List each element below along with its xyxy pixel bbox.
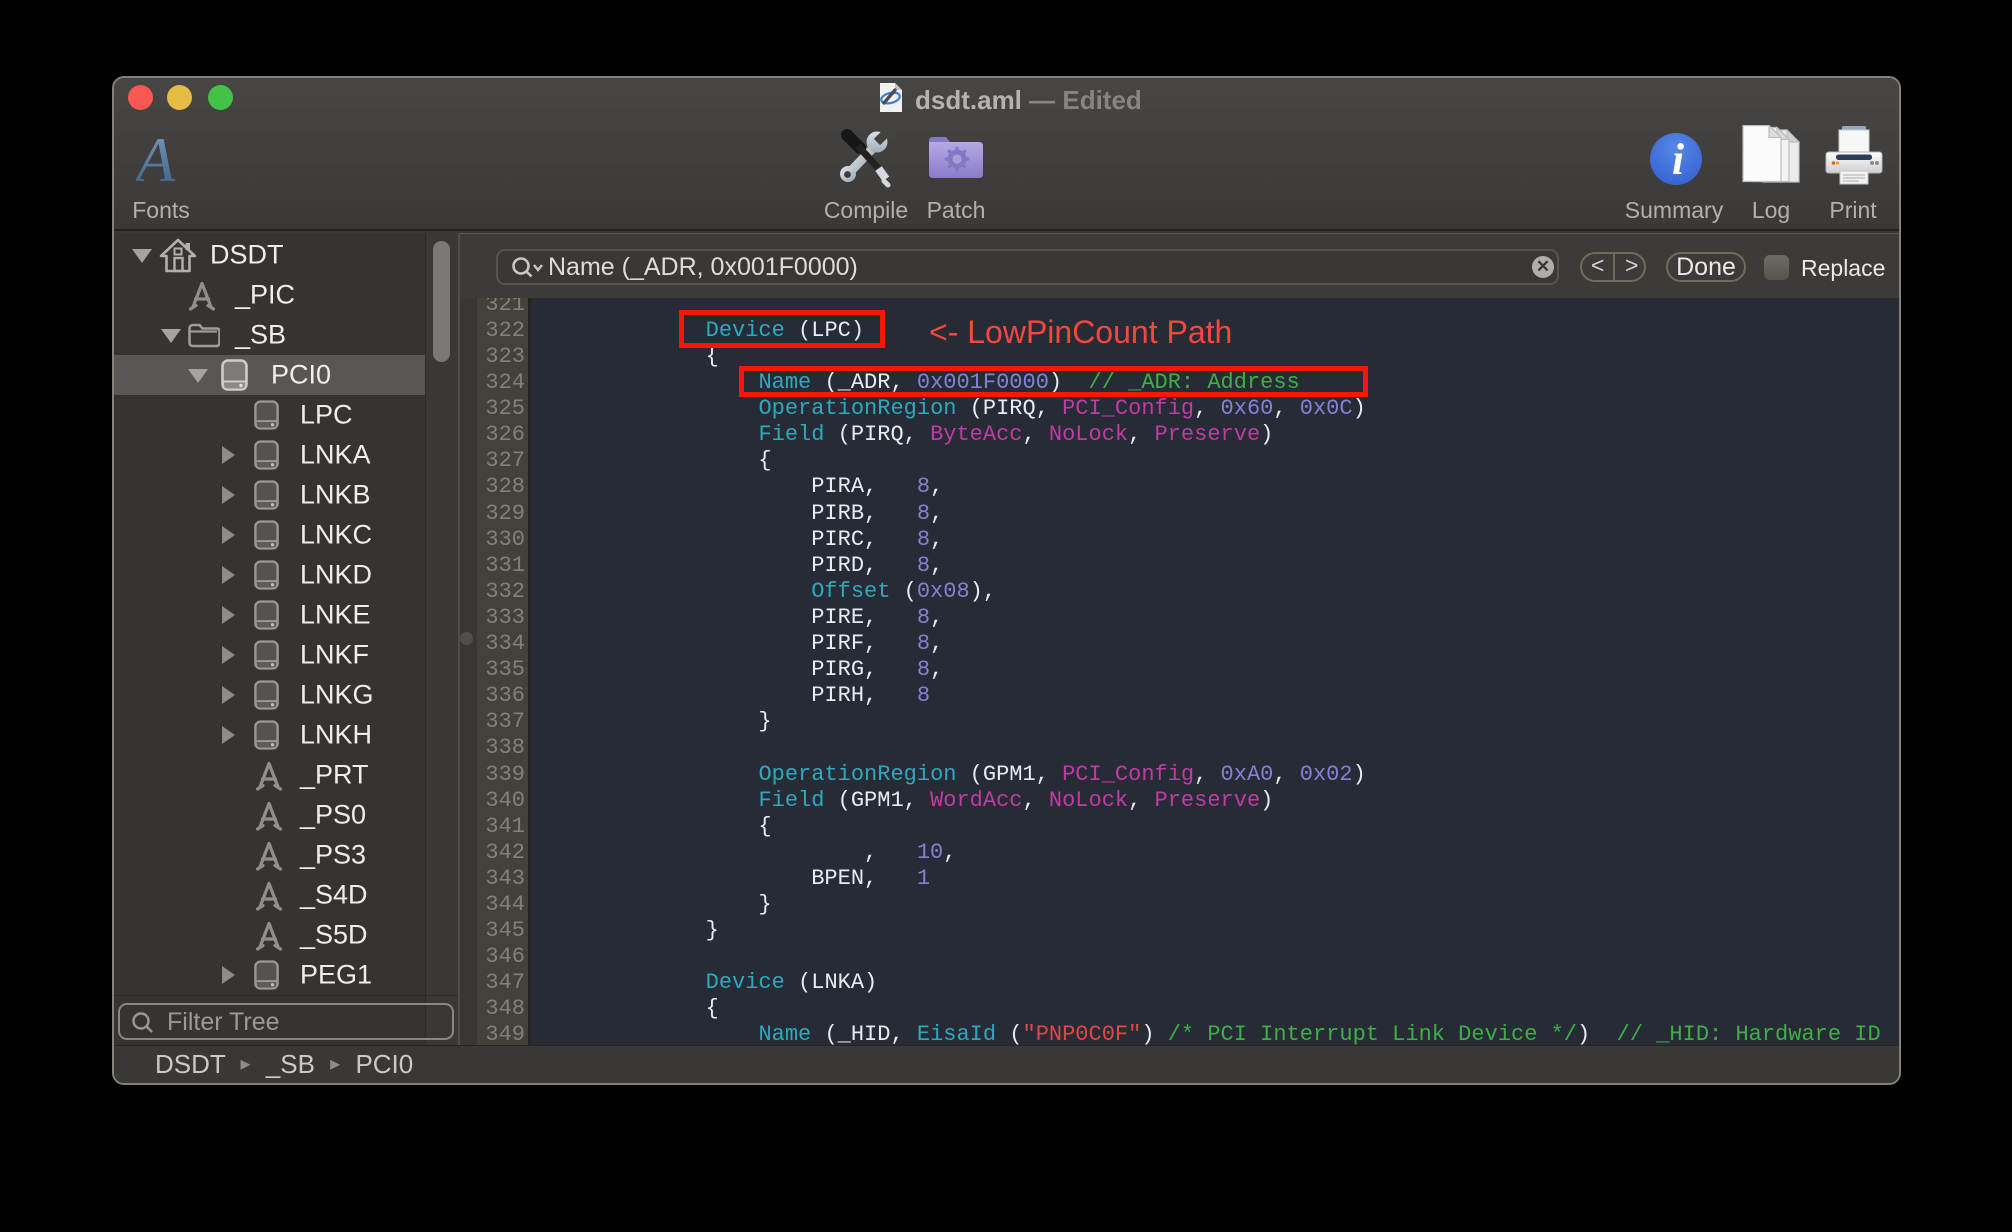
svg-text:A: A (136, 131, 176, 193)
svg-text:i: i (1672, 135, 1685, 184)
